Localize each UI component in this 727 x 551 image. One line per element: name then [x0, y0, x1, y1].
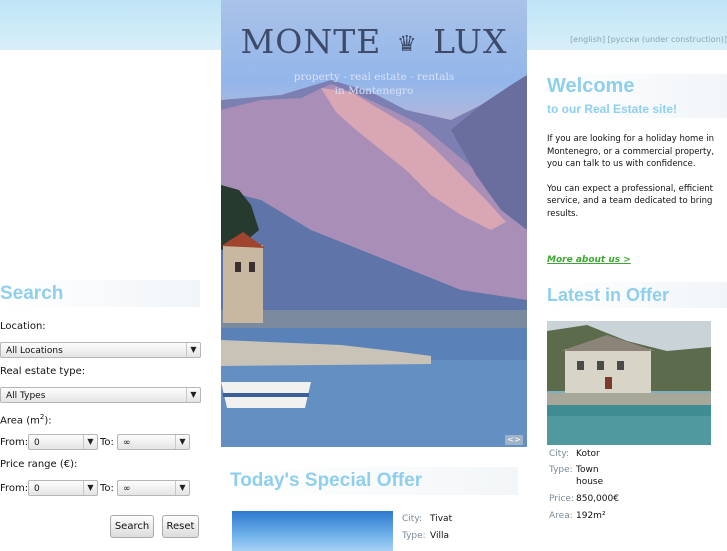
more-about-us-link[interactable]: More about us > — [547, 255, 631, 265]
area-label-text: Area (m — [0, 415, 40, 427]
brand-left: MONTE — [240, 22, 382, 61]
lang-link-russian[interactable]: [русски (under construction)] — [608, 35, 727, 44]
area-from-value: 0 — [34, 438, 40, 448]
area-label: Area (m2): — [0, 413, 52, 426]
latest-price-val: 850,000€ — [576, 494, 619, 504]
latest-area-val: 192m² — [576, 511, 606, 521]
crown-icon: ♛ — [396, 31, 418, 57]
welcome-text: If you are looking for a holiday home in… — [547, 133, 725, 232]
chevron-down-icon: ▼ — [83, 435, 97, 449]
type-label: Real estate type: — [0, 366, 86, 377]
shoreline — [221, 310, 527, 328]
tagline-line-2: in Montenegro — [334, 85, 414, 97]
special-type: Type: — [402, 531, 426, 541]
area-to-value: ∞ — [123, 438, 131, 448]
reset-button[interactable]: Reset — [162, 515, 199, 538]
site-logo[interactable]: MONTE ♛ LUX — [221, 22, 527, 61]
price-to-value: ∞ — [123, 484, 131, 494]
latest-type-val-1: Town — [576, 465, 599, 475]
language-bar: [english] [русски (under construction)] — [530, 35, 727, 44]
tower-window — [249, 262, 255, 272]
search-heading: Search — [0, 280, 200, 307]
location-label: Location: — [0, 321, 46, 332]
welcome-subtitle: to our Real Estate site! — [547, 102, 678, 116]
special-offer-heading: Today's Special Offer — [230, 467, 518, 495]
area-to-label: To: — [100, 437, 114, 448]
special-type-key: Type: — [402, 531, 426, 541]
type-select-value: All Types — [6, 391, 46, 401]
tagline-line-1: property - real estate - rentals — [293, 71, 455, 83]
special-city-key: City: — [402, 514, 423, 524]
lang-link-english[interactable]: [english] — [570, 35, 605, 44]
chevron-down-icon: ▼ — [175, 481, 189, 495]
latest-city-val: Kotor — [576, 449, 600, 459]
type-select[interactable]: All Types ▼ — [0, 387, 201, 403]
stone-tower — [223, 245, 263, 323]
latest-area-key: Area: — [549, 511, 573, 521]
latest-city-key: City: — [549, 449, 570, 459]
latest-offer-heading: Latest in Offer — [547, 282, 727, 308]
price-from-value: 0 — [34, 484, 40, 494]
special-type-value: Villa — [430, 531, 449, 541]
special-city-value: Tivat — [430, 514, 452, 524]
area-to-select[interactable]: ∞ ▼ — [117, 434, 190, 450]
price-from-select[interactable]: 0 ▼ — [28, 480, 98, 496]
latest-type-val-2: house — [576, 477, 604, 487]
tower-window — [235, 262, 241, 272]
latest-type-key: Type: — [549, 465, 573, 475]
area-label-end: ): — [44, 415, 52, 427]
special-city-val: Tivat — [430, 514, 453, 524]
location-select[interactable]: All Locations ▼ — [0, 342, 201, 358]
welcome-paragraph-2: You can expect a professional, efficient… — [547, 183, 714, 219]
special-type-val: Villa — [430, 531, 449, 541]
hero-banner: MONTE ♛ LUX property - real estate - ren… — [221, 0, 527, 447]
hero-scenery — [221, 75, 527, 447]
latest-photo-scene — [547, 321, 711, 445]
chevron-down-icon: ▼ — [186, 343, 200, 357]
price-from-label: From: — [0, 483, 29, 494]
tagline: property - real estate - rentals in Mont… — [221, 70, 527, 98]
price-to-label: To: — [100, 483, 114, 494]
boat-stripe — [223, 393, 309, 397]
area-from-select[interactable]: 0 ▼ — [28, 434, 98, 450]
special-offer-photo[interactable] — [232, 511, 393, 551]
welcome-heading: Welcome to our Real Estate site! — [547, 74, 727, 118]
price-to-select[interactable]: ∞ ▼ — [117, 480, 190, 496]
welcome-paragraph-1: If you are looking for a holiday home in… — [547, 134, 715, 169]
expand-icon[interactable]: <> — [505, 435, 523, 445]
chevron-down-icon: ▼ — [186, 388, 200, 402]
price-label: Price range (€): — [0, 459, 78, 470]
chevron-down-icon: ▼ — [175, 435, 189, 449]
welcome-title: Welcome — [547, 75, 635, 97]
latest-offer-photo[interactable] — [547, 321, 711, 445]
latest-price-key: Price: — [549, 494, 574, 504]
search-button[interactable]: Search — [110, 515, 154, 538]
brand-right: LUX — [433, 22, 508, 61]
area-from-label: From: — [0, 437, 29, 448]
special-city: City: — [402, 514, 422, 524]
chevron-down-icon: ▼ — [83, 481, 97, 495]
location-select-value: All Locations — [6, 346, 63, 356]
